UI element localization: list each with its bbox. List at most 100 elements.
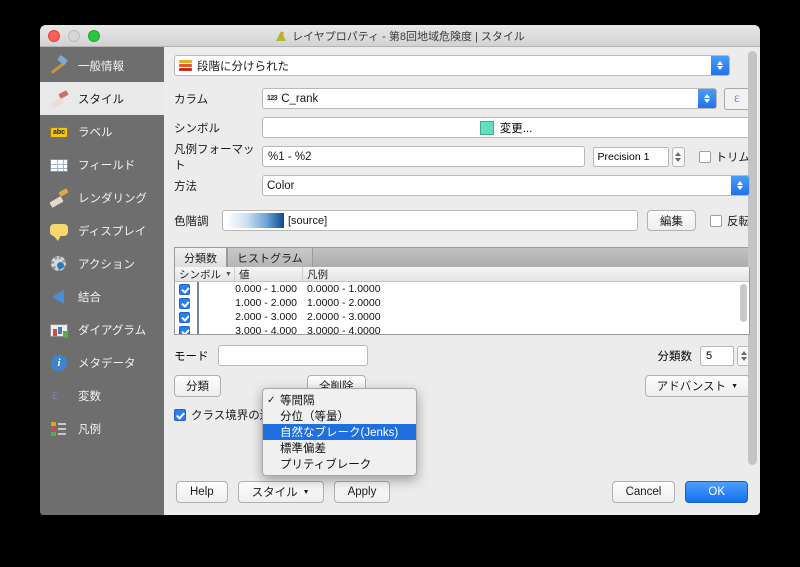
scrollbar-thumb[interactable] (748, 51, 757, 465)
row-legend: 3.0000 - 4.0000 (307, 325, 381, 335)
row-value: 1.000 - 2.000 (235, 297, 297, 309)
tab-filler (312, 247, 750, 267)
help-button[interactable]: Help (176, 481, 228, 503)
ok-button[interactable]: OK (685, 481, 748, 503)
epsilon-icon: ε (52, 386, 59, 403)
sidebar-item-joins[interactable]: 結合 (40, 280, 164, 313)
sidebar-item-label: 一般情報 (78, 60, 124, 73)
method-row: 方法 Color (174, 175, 750, 196)
invert-label: 反転 (727, 215, 750, 228)
tab-classes[interactable]: 分類数 (174, 247, 227, 267)
window-controls[interactable] (48, 30, 100, 42)
column-header-legend[interactable]: 凡例 (303, 267, 749, 281)
expression-button[interactable]: ε (724, 87, 750, 110)
classes-count-input[interactable]: 5 (700, 345, 734, 366)
method-label: 方法 (174, 180, 197, 193)
trim-checkbox[interactable] (698, 150, 711, 163)
mode-dropdown-menu[interactable]: ✓ 等間隔 分位（等量） 自然なブレーク(Jenks) 標準偏差 プリティブレー… (262, 388, 417, 476)
classes-count-label: 分類数 (657, 350, 693, 363)
legend-icon (48, 418, 70, 440)
mode-combo[interactable] (218, 345, 368, 366)
symbol-color-swatch (479, 120, 494, 135)
sidebar-item-metadata[interactable]: i メタデータ (40, 346, 164, 379)
close-button[interactable] (48, 30, 60, 42)
precision-field[interactable]: Precision 1 (592, 146, 669, 167)
table-row[interactable]: 2.000 - 3.000 2.0000 - 3.0000 (175, 310, 749, 324)
sidebar-item-diagrams[interactable]: ダイアグラム (40, 313, 164, 346)
row-checkbox[interactable] (175, 297, 197, 309)
sidebar-item-label: 凡例 (78, 423, 101, 436)
sidebar-item-style[interactable]: スタイル (40, 82, 164, 115)
sidebar-item-display[interactable]: ディスプレイ (40, 214, 164, 247)
row-color-swatch[interactable] (197, 324, 235, 334)
table-scrollbar[interactable] (740, 284, 747, 322)
tab-histogram[interactable]: ヒストグラム (227, 247, 313, 267)
link-boundaries-row: クラス境界の連結 (174, 407, 750, 423)
menu-item-standard-deviation[interactable]: 標準偏差 (263, 440, 416, 456)
row-checkbox[interactable] (175, 325, 197, 334)
zoom-button[interactable] (88, 30, 100, 42)
abc-icon: abc (48, 121, 70, 143)
table-row[interactable]: 3.000 - 4.000 3.0000 - 4.0000 (175, 324, 749, 335)
renderer-type-combo[interactable]: 段階に分けられた (174, 55, 730, 76)
method-combo[interactable]: Color (262, 175, 750, 196)
color-ramp-combo[interactable]: [source] (222, 210, 638, 231)
sidebar-item-variables[interactable]: ε 変数 (40, 379, 164, 412)
column-header-symbol[interactable]: シンボル ▼ (175, 267, 235, 281)
link-boundaries-checkbox[interactable] (174, 409, 186, 421)
symbol-change-button[interactable]: 変更... (262, 117, 750, 138)
row-checkbox[interactable] (175, 311, 197, 323)
advanced-button[interactable]: アドバンスト ▼ (644, 375, 750, 397)
table-row[interactable]: 1.000 - 2.000 1.0000 - 2.0000 (175, 296, 749, 310)
style-menu-button[interactable]: スタイル ▼ (237, 481, 324, 503)
precision-label: Precision (597, 150, 641, 163)
sidebar-item-label: アクション (78, 258, 135, 271)
column-header-value[interactable]: 値 (235, 267, 303, 281)
column-combo[interactable]: 123 C_rank (262, 88, 717, 109)
sidebar-item-label: ダイアグラム (78, 324, 147, 337)
row-color-swatch[interactable] (197, 282, 235, 296)
panel-scrollbar[interactable] (748, 51, 757, 465)
advanced-label: アドバンスト (656, 381, 727, 393)
sidebar-item-general[interactable]: 一般情報 (40, 49, 164, 82)
minimize-button[interactable] (68, 30, 80, 42)
sidebar-item-actions[interactable]: アクション (40, 247, 164, 280)
chevron-updown-icon[interactable] (698, 89, 716, 108)
menu-item-natural-breaks[interactable]: 自然なブレーク(Jenks) (263, 424, 416, 440)
menu-item-equal-interval[interactable]: ✓ 等間隔 (263, 392, 416, 408)
legend-format-input[interactable]: %1 - %2 (262, 146, 585, 167)
color-ramp-preview (226, 213, 284, 228)
chevron-updown-icon[interactable] (731, 176, 749, 195)
edit-ramp-button[interactable]: 編集 (647, 210, 696, 231)
hammer-icon (48, 55, 70, 77)
invert-checkbox[interactable] (710, 214, 722, 227)
sort-caret-icon: ▼ (225, 270, 232, 278)
legend-format-row: 凡例フォーマット %1 - %2 Precision 1 トリム (174, 144, 750, 172)
row-legend: 2.0000 - 3.0000 (307, 311, 381, 323)
precision-value: 1 (643, 150, 650, 163)
check-icon: ✓ (267, 394, 276, 406)
menu-item-label: 等間隔 (280, 395, 315, 407)
table-row[interactable]: 0.000 - 1.000 0.0000 - 1.0000 (175, 282, 749, 296)
sidebar-item-rendering[interactable]: レンダリング (40, 181, 164, 214)
menu-item-pretty-breaks[interactable]: プリティブレーク (263, 456, 416, 472)
precision-stepper[interactable] (671, 146, 685, 167)
menu-item-quantile[interactable]: 分位（等量） (263, 408, 416, 424)
diagram-icon (48, 319, 70, 341)
sidebar-item-labels[interactable]: abc ラベル (40, 115, 164, 148)
sidebar-item-label: ラベル (78, 126, 113, 139)
sidebar-item-legend[interactable]: 凡例 (40, 412, 164, 445)
layer-properties-window: レイヤプロパティ - 第8回地域危険度 | スタイル 一般情報 スタイル abc… (40, 25, 760, 515)
cancel-button[interactable]: Cancel (611, 481, 676, 503)
row-color-swatch[interactable] (197, 296, 235, 310)
apply-button[interactable]: Apply (333, 481, 391, 503)
classify-button[interactable]: 分類 (174, 375, 221, 397)
chevron-updown-icon[interactable] (711, 56, 729, 75)
sidebar-item-fields[interactable]: フィールド (40, 148, 164, 181)
row-checkbox[interactable] (175, 283, 197, 295)
mode-row: モード 分類数 5 (174, 345, 750, 366)
symbol-label: シンボル (174, 122, 220, 135)
sidebar-item-label: メタデータ (78, 357, 136, 370)
table-icon (48, 154, 70, 176)
row-color-swatch[interactable] (197, 310, 235, 324)
